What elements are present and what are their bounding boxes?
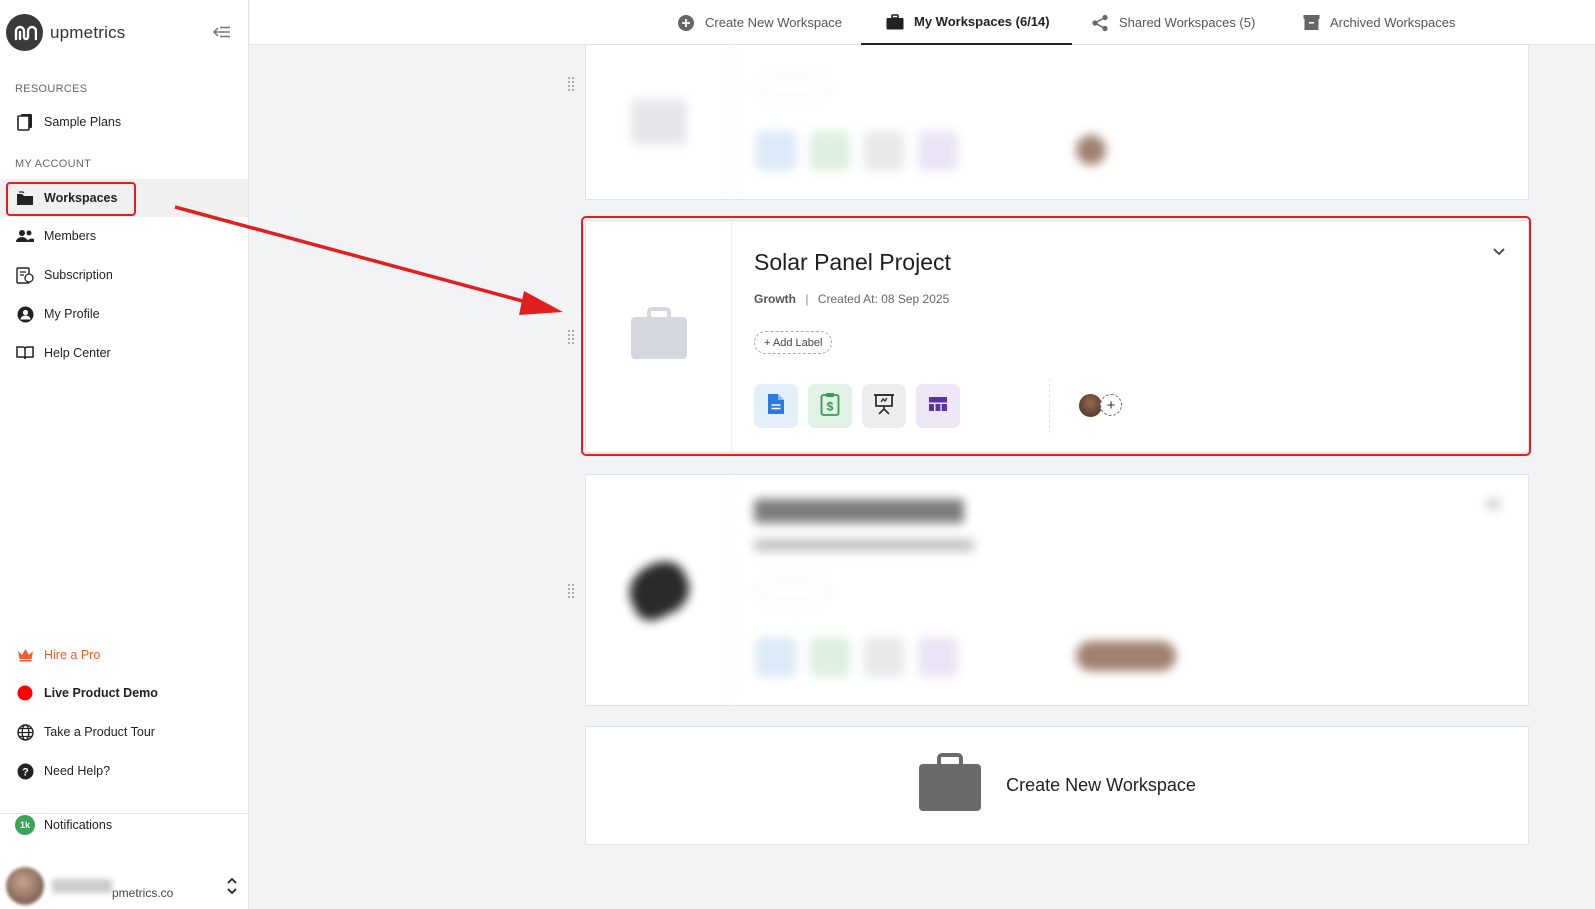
tab-shared-workspaces[interactable]: Shared Workspaces (5)	[1091, 0, 1255, 45]
sidebar-item-help-center[interactable]: Help Center	[0, 334, 248, 372]
briefcase-icon	[918, 753, 982, 818]
sidebar-item-label: Hire a Pro	[44, 648, 101, 662]
notifications-badge: 1k	[15, 815, 35, 835]
sidebar-item-subscription[interactable]: Subscription	[0, 256, 248, 294]
drag-handle-icon[interactable]	[567, 583, 575, 599]
app-logo[interactable]: upmetrics	[6, 14, 126, 51]
book-icon	[15, 343, 35, 363]
sidebar-item-label: My Profile	[44, 307, 100, 321]
tab-label: Archived Workspaces	[1330, 15, 1456, 30]
app-name: upmetrics	[50, 22, 126, 42]
notification-count: 1k	[15, 815, 35, 835]
user-name-redacted	[52, 879, 112, 893]
workspaces-highlight-annotation	[6, 182, 136, 216]
create-new-workspace-card[interactable]: Create New Workspace	[585, 726, 1529, 845]
plus-circle-icon	[677, 14, 695, 32]
sidebar-item-label: Take a Product Tour	[44, 725, 155, 739]
sidebar-item-label: Sample Plans	[44, 115, 122, 129]
collapse-sidebar-icon[interactable]	[212, 24, 232, 40]
sidebar-item-notifications[interactable]: 1k Notifications	[0, 806, 248, 844]
sidebar-item-label: Members	[44, 229, 97, 243]
workspace-thumbnail	[586, 475, 732, 705]
resources-heading: RESOURCES	[15, 83, 88, 95]
chevron-up-down-icon[interactable]	[226, 875, 238, 902]
tab-label: Shared Workspaces (5)	[1119, 15, 1256, 30]
user-email: pmetrics.co	[112, 886, 174, 900]
sidebar-item-sample-plans[interactable]: Sample Plans	[0, 103, 248, 141]
sidebar-item-label: Notifications	[44, 818, 113, 832]
archive-icon	[1303, 14, 1320, 31]
tab-label: Create New Workspace	[705, 15, 843, 30]
tab-archived-workspaces[interactable]: Archived Workspaces	[1303, 0, 1455, 45]
briefcase-icon	[886, 13, 904, 30]
globe-icon	[15, 722, 35, 742]
my-account-heading: MY ACCOUNT	[15, 158, 92, 170]
tab-label: My Workspaces (6/14)	[914, 14, 1050, 29]
document-stack-icon	[15, 112, 35, 132]
sidebar-item-product-tour[interactable]: Take a Product Tour	[0, 713, 248, 751]
sidebar-item-hire-a-pro[interactable]: Hire a Pro	[0, 636, 248, 674]
avatar	[6, 867, 44, 905]
tab-create-new-workspace[interactable]: Create New Workspace	[677, 0, 842, 45]
workspace-tabs: Create New Workspace My Workspaces (6/14…	[250, 0, 1595, 45]
workspace-thumbnail	[586, 45, 732, 199]
drag-handle-icon[interactable]	[567, 329, 575, 345]
sidebar-item-label: Need Help?	[44, 764, 111, 778]
drag-handle-icon[interactable]	[567, 76, 575, 92]
highlight-annotation	[581, 216, 1531, 456]
sidebar-item-live-product-demo[interactable]: Live Product Demo	[0, 674, 248, 712]
svg-text:?: ?	[22, 766, 29, 778]
workspace-card-blurred[interactable]	[585, 474, 1529, 706]
sidebar-item-my-profile[interactable]: My Profile	[0, 295, 248, 333]
user-account-switcher[interactable]: pmetrics.co	[6, 867, 242, 905]
sidebar-item-members[interactable]: Members	[0, 217, 248, 255]
sidebar: upmetrics RESOURCES Sample Plans MY ACCO…	[0, 0, 249, 909]
tab-my-workspaces[interactable]: My Workspaces (6/14)	[861, 0, 1072, 45]
question-circle-icon: ?	[15, 761, 35, 781]
subscription-icon	[15, 265, 35, 285]
crown-icon	[15, 645, 35, 665]
create-new-workspace-label: Create New Workspace	[1006, 775, 1196, 795]
sidebar-item-label: Live Product Demo	[44, 686, 158, 700]
workspace-card-blurred[interactable]	[585, 45, 1529, 200]
sidebar-item-need-help[interactable]: ? Need Help?	[0, 752, 248, 790]
share-icon	[1091, 14, 1109, 32]
live-dot-icon	[15, 683, 35, 703]
logo-icon	[6, 14, 43, 51]
user-circle-icon	[15, 304, 35, 324]
sidebar-item-label: Subscription	[44, 268, 113, 282]
sidebar-item-label: Help Center	[44, 346, 111, 360]
people-icon	[15, 226, 35, 246]
